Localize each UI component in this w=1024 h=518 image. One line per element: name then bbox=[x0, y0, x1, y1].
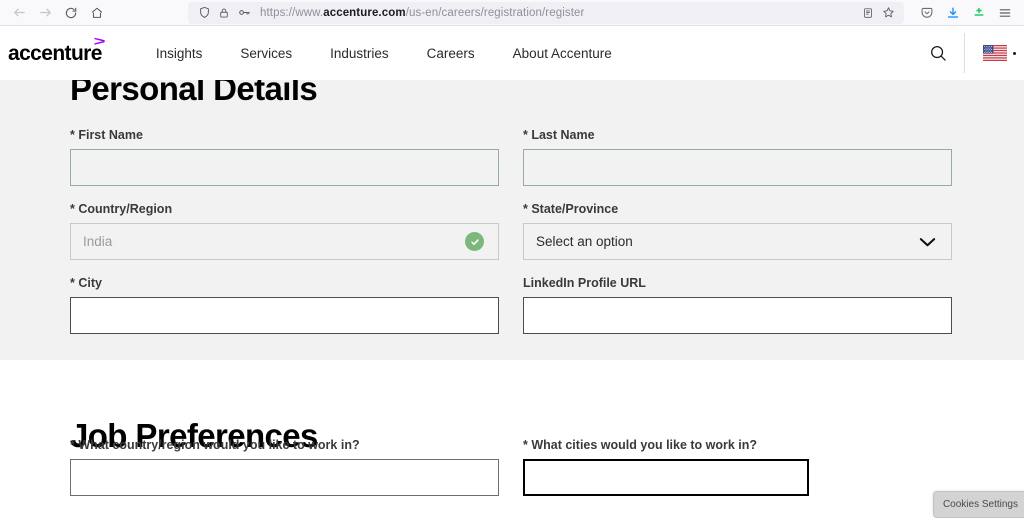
browser-extras bbox=[914, 2, 1018, 24]
country-region-value: India bbox=[83, 234, 112, 249]
nav-item-insights[interactable]: Insights bbox=[156, 46, 203, 61]
state-province-label: * State/Province bbox=[523, 202, 952, 216]
state-province-field: * State/Province Select an option bbox=[523, 202, 952, 260]
last-name-label: * Last Name bbox=[523, 128, 952, 142]
state-province-value: Select an option bbox=[536, 234, 633, 249]
search-icon[interactable] bbox=[916, 26, 960, 80]
work-cities-input[interactable] bbox=[523, 459, 809, 496]
job-preferences-title: Job Preferences bbox=[70, 360, 954, 416]
check-circle-icon bbox=[465, 232, 484, 251]
job-questions-row: * What country/region would you like to … bbox=[70, 438, 954, 496]
site-header: accenture > Insights Services Industries… bbox=[0, 26, 1024, 80]
nav-item-services[interactable]: Services bbox=[240, 46, 292, 61]
country-region-input[interactable]: India bbox=[70, 223, 499, 260]
work-cities-label: * What cities would you like to work in? bbox=[523, 438, 809, 452]
extension-puzzle-icon[interactable] bbox=[966, 2, 992, 24]
city-label: * City bbox=[70, 276, 499, 290]
forward-button[interactable] bbox=[32, 2, 58, 24]
star-icon[interactable] bbox=[878, 4, 898, 22]
reader-view-icon[interactable] bbox=[858, 4, 878, 22]
cookies-settings-button[interactable]: Cookies Settings bbox=[933, 491, 1024, 518]
country-region-field: * Country/Region India bbox=[70, 202, 499, 260]
linkedin-label: LinkedIn Profile URL bbox=[523, 276, 952, 290]
last-name-field: * Last Name bbox=[523, 128, 952, 186]
country-region-label: * Country/Region bbox=[70, 202, 499, 216]
hamburger-menu-icon[interactable] bbox=[992, 2, 1018, 24]
us-flag-icon bbox=[983, 45, 1007, 61]
key-icon[interactable] bbox=[234, 4, 254, 22]
accenture-logo[interactable]: accenture > bbox=[8, 43, 102, 64]
first-name-input[interactable] bbox=[70, 149, 499, 186]
home-button[interactable] bbox=[84, 2, 110, 24]
location-row: * Country/Region India * State/Province … bbox=[70, 202, 954, 260]
work-country-input[interactable] bbox=[70, 459, 499, 496]
nav-item-industries[interactable]: Industries bbox=[330, 46, 389, 61]
padlock-icon[interactable] bbox=[214, 4, 234, 22]
address-bar[interactable]: https://www.accenture.com/us-en/careers/… bbox=[188, 2, 904, 24]
main-navigation: Insights Services Industries Careers Abo… bbox=[156, 46, 612, 61]
name-row: * First Name * Last Name bbox=[70, 128, 954, 186]
pocket-icon[interactable] bbox=[914, 2, 940, 24]
linkedin-field: LinkedIn Profile URL bbox=[523, 276, 952, 334]
city-linkedin-row: * City LinkedIn Profile URL bbox=[70, 276, 954, 334]
download-icon[interactable] bbox=[940, 2, 966, 24]
nav-item-about-accenture[interactable]: About Accenture bbox=[513, 46, 612, 61]
linkedin-input[interactable] bbox=[523, 297, 952, 334]
work-country-label: * What country/region would you like to … bbox=[70, 438, 499, 452]
back-button[interactable] bbox=[6, 2, 32, 24]
work-cities-field: * What cities would you like to work in? bbox=[523, 438, 809, 496]
state-province-select[interactable]: Select an option bbox=[523, 223, 952, 260]
nav-item-careers[interactable]: Careers bbox=[427, 46, 475, 61]
job-preferences-section: Job Preferences * What country/region wo… bbox=[0, 360, 1024, 496]
shield-icon[interactable] bbox=[194, 4, 214, 22]
work-country-field: * What country/region would you like to … bbox=[70, 438, 499, 496]
city-field: * City bbox=[70, 276, 499, 334]
last-name-input[interactable] bbox=[523, 149, 952, 186]
reload-button[interactable] bbox=[58, 2, 84, 24]
locale-selector[interactable] bbox=[965, 45, 1024, 61]
page-viewport: accenture > Insights Services Industries… bbox=[0, 26, 1024, 518]
dropdown-dot-icon bbox=[1013, 52, 1016, 55]
url-text: https://www.accenture.com/us-en/careers/… bbox=[260, 7, 584, 19]
logo-chevron-icon: > bbox=[94, 35, 105, 48]
personal-details-section: Personal Details * First Name * Last Nam… bbox=[0, 66, 1024, 360]
city-input[interactable] bbox=[70, 297, 499, 334]
chevron-down-icon[interactable] bbox=[918, 235, 937, 249]
first-name-field: * First Name bbox=[70, 128, 499, 186]
browser-toolbar: https://www.accenture.com/us-en/careers/… bbox=[0, 0, 1024, 26]
first-name-label: * First Name bbox=[70, 128, 499, 142]
header-actions bbox=[916, 26, 1024, 80]
logo-wordmark: accenture bbox=[8, 42, 102, 65]
